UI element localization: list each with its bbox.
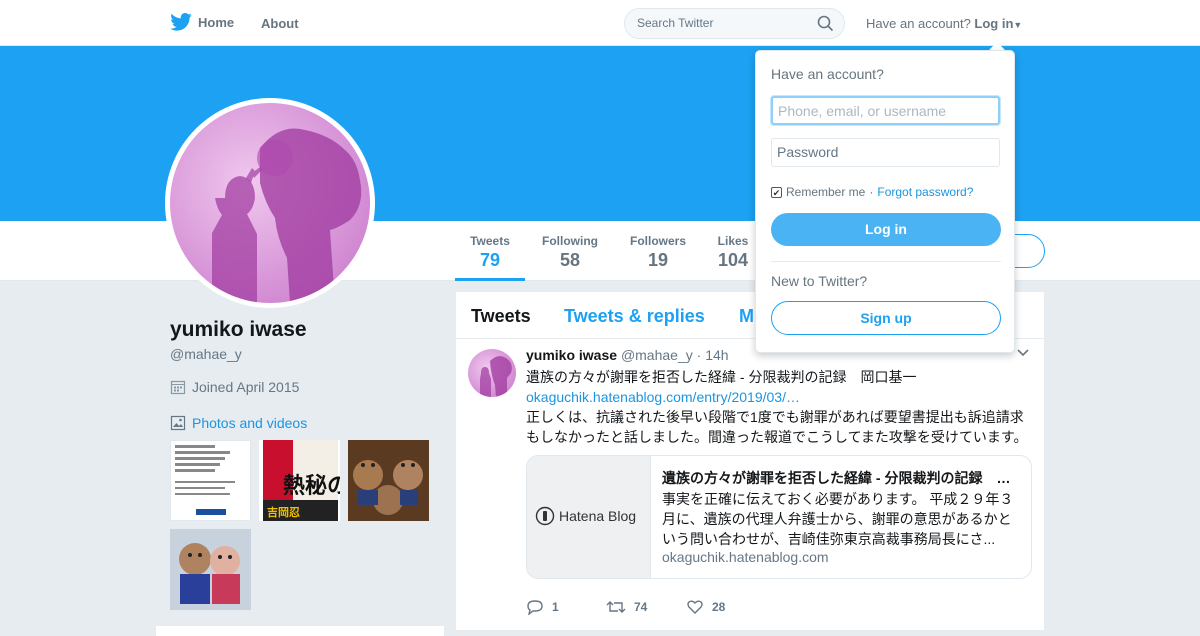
about-link[interactable]: About: [261, 16, 299, 31]
retweet-count: 74: [634, 600, 648, 614]
card-title: 遺族の方々が謝罪を拒否した経緯 - 分限裁判の記録 岡口基一: [662, 470, 1017, 486]
tab-tweets[interactable]: Tweets: [471, 306, 531, 327]
plush-bears-image: [348, 440, 429, 521]
joined-date: Joined April 2015: [170, 379, 299, 395]
book-cover-author: 吉岡忍: [267, 507, 300, 519]
profile-handle: @mahae_y: [170, 346, 242, 362]
top-navigation-bar: Home About Search Twitter Have an accoun…: [0, 0, 1200, 46]
search-placeholder: Search Twitter: [637, 16, 714, 30]
password-placeholder: Password: [777, 144, 839, 160]
stat-following[interactable]: Following 58: [540, 234, 600, 271]
stat-value: 79: [479, 250, 501, 270]
twitter-bird-icon: [170, 13, 192, 31]
tab-tweets-replies[interactable]: Tweets & replies: [564, 306, 705, 327]
stat-likes[interactable]: Likes 104: [713, 234, 753, 271]
remember-row: ✔ Remember me · Forgot password?: [771, 185, 973, 199]
retweet-button[interactable]: 74: [606, 599, 686, 615]
chevron-down-icon[interactable]: [1017, 349, 1029, 357]
tweet-link[interactable]: okaguchik.hatenablog.com/entry/2019/03/…: [526, 387, 1036, 407]
photo-thumbnail[interactable]: [170, 529, 251, 610]
stat-label: Tweets: [470, 234, 510, 248]
joined-text: Joined April 2015: [192, 379, 300, 395]
account-prompt[interactable]: Have an account? Log in▼: [866, 16, 1022, 31]
home-link[interactable]: Home: [170, 13, 234, 31]
sidebar-module: [156, 626, 444, 636]
hatena-pen-icon: [535, 506, 555, 526]
retweet-icon: [606, 601, 626, 613]
card-image: Hatena Blog: [527, 456, 651, 578]
card-description: 事実を正確に伝えておく必要があります。 平成２９年３月に、遺族の代理人弁護士から…: [662, 491, 1014, 547]
photo-thumbnail[interactable]: [348, 440, 429, 521]
stat-label: Likes: [717, 234, 749, 248]
dropdown-title: Have an account?: [771, 66, 884, 82]
book-cover-title: 熱秘の: [283, 473, 340, 499]
forgot-password-link[interactable]: Forgot password?: [877, 185, 973, 199]
search-icon[interactable]: [817, 15, 834, 32]
home-label: Home: [198, 14, 235, 30]
tweet-actions: 1 74 28: [526, 599, 766, 615]
avatar-silhouette: [480, 356, 512, 397]
tweet-avatar[interactable]: [468, 349, 516, 397]
stat-value: 19: [647, 250, 669, 270]
image-icon: [170, 415, 186, 431]
like-count: 28: [712, 600, 726, 614]
card-domain: okaguchik.hatenablog.com: [662, 549, 829, 565]
news-screenshot-image: [175, 445, 235, 515]
stat-tweets[interactable]: Tweets 79: [455, 234, 525, 281]
stat-followers[interactable]: Followers 19: [628, 234, 688, 271]
avatar-image: [170, 103, 370, 303]
tweet-text-line: 正しくは、抗議された後早い段階で1度でも謝罪があれば要望書提出も訴追請求もしなか…: [526, 409, 1028, 445]
tweet-header: yumiko iwase @mahae_y · 14h: [526, 347, 729, 363]
username-field[interactable]: Phone, email, or username: [771, 96, 1000, 125]
reply-button[interactable]: 1: [526, 599, 606, 615]
tweet-timestamp[interactable]: · 14h: [697, 347, 729, 363]
like-button[interactable]: 28: [686, 599, 766, 615]
stat-value: 104: [717, 250, 749, 270]
hatena-logo: Hatena Blog: [535, 506, 636, 526]
avatar-silhouette: [212, 128, 362, 303]
signup-button[interactable]: Sign up: [771, 301, 1001, 335]
login-menu-label[interactable]: Log in: [974, 16, 1013, 31]
remember-label[interactable]: Remember me: [786, 185, 865, 199]
have-account-text: Have an account?: [866, 16, 971, 31]
photos-label: Photos and videos: [192, 415, 308, 431]
stat-label: Following: [542, 234, 598, 248]
stat-value: 58: [559, 250, 581, 270]
avatar[interactable]: [165, 98, 375, 308]
heart-icon: [687, 600, 703, 614]
profile-name: yumiko iwase: [170, 318, 307, 341]
chevron-down-icon: ▼: [1013, 20, 1023, 30]
remember-checkbox[interactable]: ✔: [771, 186, 782, 198]
tab-media[interactable]: M: [739, 306, 754, 327]
photo-thumbnail[interactable]: 熱秘の 吉岡忍: [259, 440, 340, 521]
separator-dot: ·: [869, 185, 874, 199]
new-to-twitter-text: New to Twitter?: [771, 273, 868, 289]
reply-count: 1: [552, 600, 559, 614]
reply-icon: [527, 600, 543, 615]
photo-thumbnail[interactable]: [170, 440, 251, 521]
password-field[interactable]: Password: [771, 138, 1000, 167]
photos-videos-link[interactable]: Photos and videos: [170, 415, 307, 431]
card-brand: Hatena Blog: [559, 508, 637, 524]
calendar-icon: [170, 380, 186, 395]
tweet-text: 遺族の方々が謝罪を拒否した経緯 - 分限裁判の記録 岡口基一 okaguchik…: [526, 367, 1036, 447]
plush-bears-image: [170, 529, 251, 610]
login-dropdown: Have an account? Phone, email, or userna…: [755, 50, 1015, 353]
stat-label: Followers: [629, 234, 686, 248]
divider: [771, 261, 1001, 262]
tweet-author-name[interactable]: yumiko iwase: [526, 347, 617, 363]
tweet-text-line: 遺族の方々が謝罪を拒否した経緯 - 分限裁判の記録 岡口基一: [526, 369, 917, 385]
login-button[interactable]: Log in: [771, 213, 1001, 246]
tweet-author-handle[interactable]: @mahae_y: [621, 347, 693, 363]
username-placeholder: Phone, email, or username: [778, 103, 947, 119]
link-card[interactable]: Hatena Blog 遺族の方々が謝罪を拒否した経緯 - 分限裁判の記録 岡口…: [526, 455, 1032, 579]
search-input[interactable]: Search Twitter: [624, 8, 845, 39]
